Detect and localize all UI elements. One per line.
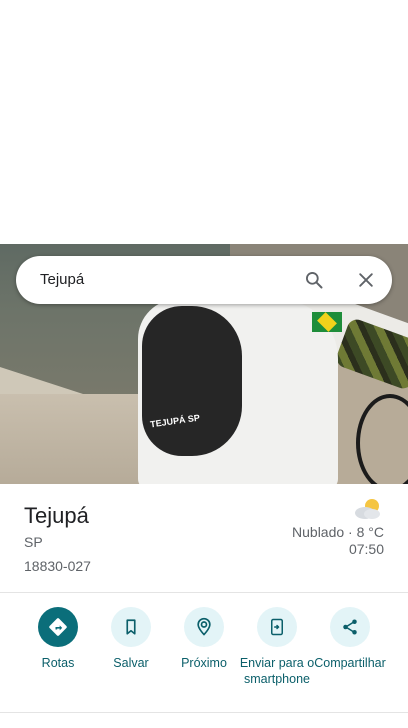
search-input[interactable]: Tejupá [40,271,84,288]
save-button[interactable]: Salvar [92,607,170,671]
divider-bottom [0,712,408,713]
map-blank-area [0,0,408,244]
share-label: Compartilhar [314,656,386,670]
partly-cloudy-icon [355,499,380,519]
photo-flag [312,312,342,332]
send-to-phone-button[interactable]: Enviar para o smartphone [238,607,316,687]
divider [0,592,408,593]
directions-label: Rotas [41,656,75,670]
share-button[interactable]: Compartilhar [311,607,389,671]
place-state: SP [24,534,43,550]
send-to-phone-label: Enviar para o smartphone [239,656,315,686]
place-title: Tejupá [24,503,89,528]
directions-button[interactable]: Rotas [19,607,97,671]
search-bar[interactable]: Tejupá [16,256,392,304]
save-label: Salvar [113,656,149,670]
weather-time: 07:50 [348,541,384,557]
directions-icon [38,607,78,647]
place-postal-code: 18830-027 [24,558,91,574]
nearby-label: Próximo [181,656,227,670]
nearby-icon [184,607,224,647]
photo-shirt-print [142,306,242,456]
close-icon[interactable] [356,270,376,290]
send-to-phone-icon [257,607,297,647]
share-icon [330,607,370,647]
search-icon[interactable] [304,270,324,290]
nearby-button[interactable]: Próximo [165,607,243,671]
weather-condition: Nublado · 8 °C [292,524,384,540]
bookmark-icon [111,607,151,647]
